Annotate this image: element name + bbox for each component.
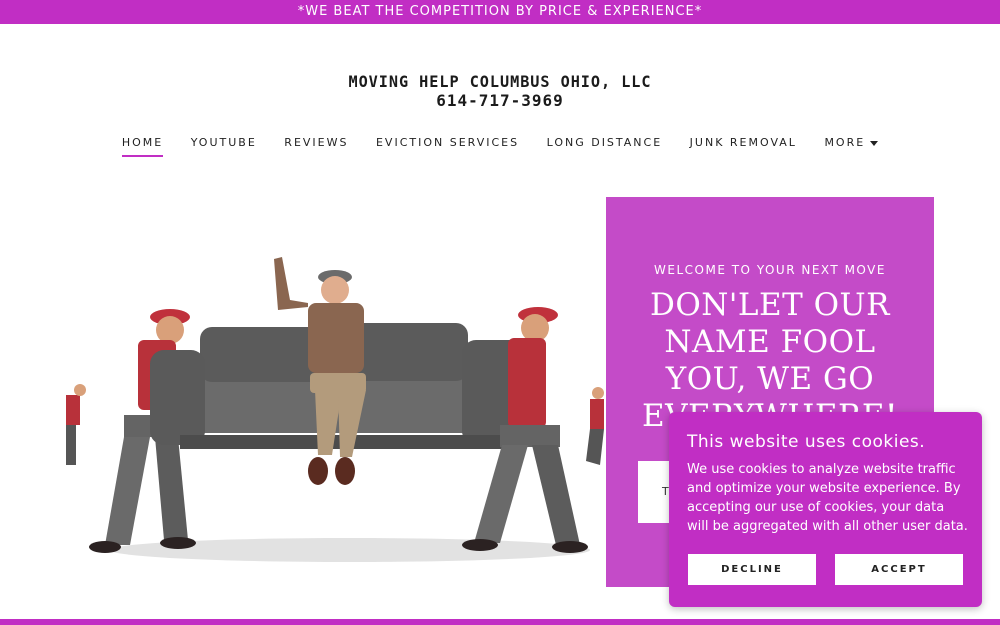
caret-down-icon — [870, 140, 879, 146]
small-mover-left-figure — [66, 384, 86, 465]
nav-item-youtube[interactable]: YOUTUBE — [191, 136, 257, 155]
announcement-text: *WE BEAT THE COMPETITION BY PRICE & EXPE… — [297, 4, 703, 19]
nav-item-reviews[interactable]: REVIEWS — [284, 136, 348, 155]
site-phone[interactable]: 614-717-3969 — [0, 91, 1000, 110]
footer-accent-bar — [0, 619, 1000, 625]
announcement-bar: *WE BEAT THE COMPETITION BY PRICE & EXPE… — [0, 0, 1000, 24]
nav-more-label: MORE — [824, 136, 866, 149]
cookie-title: This website uses cookies. — [687, 432, 926, 452]
nav-item-more[interactable]: MORE — [824, 136, 879, 155]
accept-button[interactable]: ACCEPT — [835, 554, 963, 585]
site-title[interactable]: MOVING HELP COLUMBUS OHIO, LLC — [25, 72, 975, 91]
site-brand[interactable]: MOVING HELP COLUMBUS OHIO, LLC 614-717-3… — [0, 72, 1000, 110]
nav-item-junk-removal[interactable]: JUNK REMOVAL — [690, 136, 797, 155]
decline-button[interactable]: DECLINE — [688, 554, 816, 585]
nav-item-home[interactable]: HOME — [121, 136, 164, 157]
main-nav: HOME YOUTUBE REVIEWS EVICTION SERVICES L… — [0, 136, 1000, 157]
cookie-banner: This website uses cookies. We use cookie… — [669, 412, 982, 607]
nav-item-long-distance[interactable]: LONG DISTANCE — [547, 136, 663, 155]
cookie-message: We use cookies to analyze website traffi… — [687, 462, 968, 534]
hero-image — [66, 257, 604, 562]
small-mover-right-figure — [586, 387, 604, 465]
nav-item-eviction-services[interactable]: EVICTION SERVICES — [376, 136, 519, 155]
hero-kicker: WELCOME TO YOUR NEXT MOVE — [654, 263, 886, 277]
